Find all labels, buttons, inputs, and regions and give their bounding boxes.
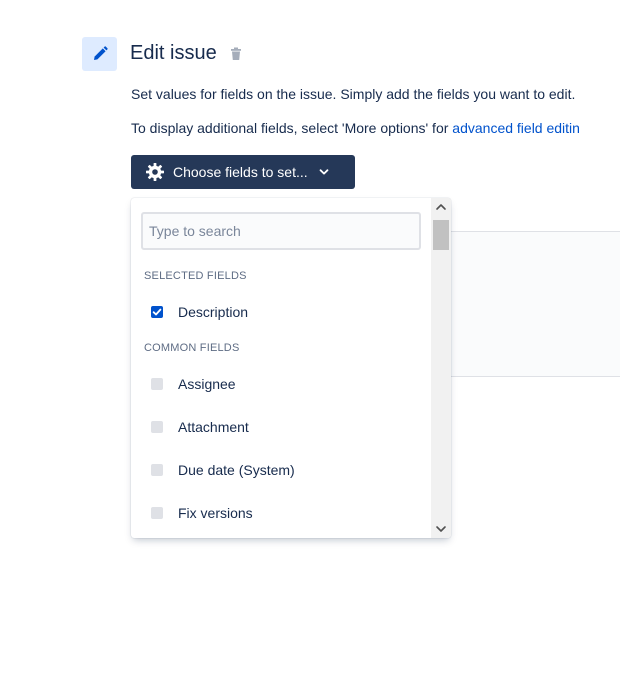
field-option-label: Assignee (178, 376, 236, 392)
field-option-assignee[interactable]: Assignee (131, 366, 431, 402)
pencil-icon (82, 37, 117, 71)
field-option-fix-versions[interactable]: Fix versions (131, 495, 431, 531)
chevron-up-icon[interactable] (431, 198, 451, 216)
edit-issue-panel: Edit issue Set values for fields on the … (0, 0, 620, 675)
field-option-label: Due date (System) (178, 462, 295, 478)
advanced-options-prefix: To display additional fields, select 'Mo… (131, 120, 453, 136)
common-fields-heading: COMMON FIELDS (144, 342, 240, 354)
field-option-due-date[interactable]: Due date (System) (131, 452, 431, 488)
advanced-field-editing-link[interactable]: advanced field editin (452, 120, 580, 136)
chevron-down-icon (318, 166, 330, 178)
checkbox-unchecked[interactable] (151, 378, 163, 390)
checkbox-unchecked[interactable] (151, 464, 163, 476)
description-text: Set values for fields on the issue. Simp… (131, 86, 576, 102)
field-search-input[interactable] (141, 212, 421, 250)
field-picker-dropdown: SELECTED FIELDS Description COMMON FIELD… (131, 198, 451, 538)
checkbox-unchecked[interactable] (151, 421, 163, 433)
page-title: Edit issue (130, 42, 217, 64)
scrollbar-thumb[interactable] (433, 220, 449, 250)
field-option-label: Attachment (178, 419, 249, 435)
checkbox-checked[interactable] (151, 306, 163, 318)
choose-fields-label: Choose fields to set... (173, 164, 308, 180)
dropdown-scrollbar[interactable] (431, 198, 451, 538)
choose-fields-button[interactable]: Choose fields to set... (131, 155, 355, 189)
description-editor[interactable] (440, 231, 620, 377)
chevron-down-icon[interactable] (431, 520, 451, 538)
advanced-options-text: To display additional fields, select 'Mo… (131, 120, 580, 136)
field-option-description[interactable]: Description (131, 294, 431, 330)
gear-icon (145, 162, 165, 182)
trash-icon[interactable] (228, 46, 244, 62)
field-option-label: Description (178, 304, 249, 320)
selected-fields-heading: SELECTED FIELDS (144, 270, 247, 282)
checkbox-unchecked[interactable] (151, 507, 163, 519)
field-option-attachment[interactable]: Attachment (131, 409, 431, 445)
field-option-label: Fix versions (178, 505, 253, 521)
